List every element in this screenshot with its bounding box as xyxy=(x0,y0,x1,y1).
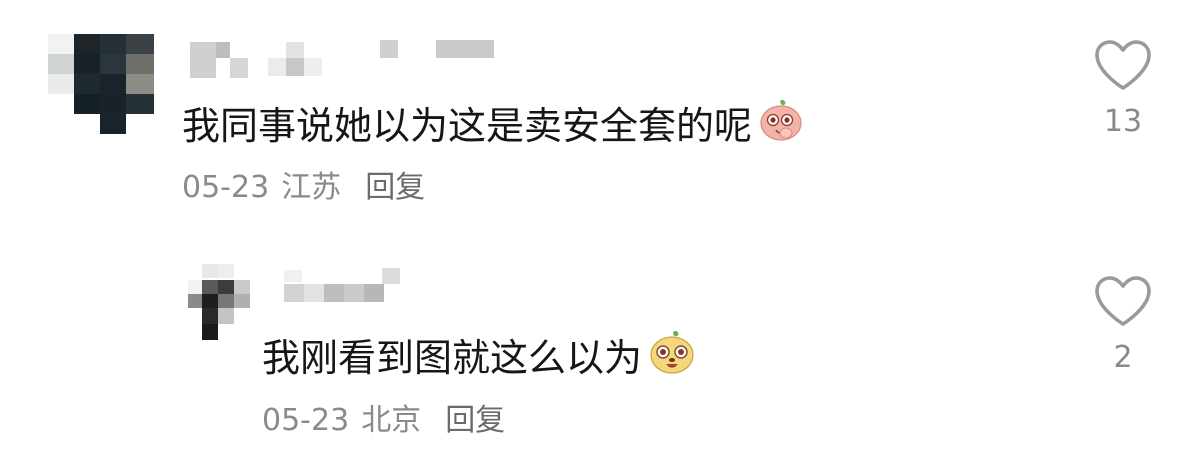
peach-face-emoji xyxy=(758,98,804,154)
reply-button[interactable]: 回复 xyxy=(365,168,425,208)
reply-button[interactable]: 回复 xyxy=(445,401,505,441)
comment-body: 我同事说她以为这是卖安全套的呢 xyxy=(182,104,753,148)
comment-location: 北京 xyxy=(361,403,422,438)
comment-thread: 我同事说她以为这是卖安全套的呢 05-23 江苏 回复 13 我刚看到图就这么以… xyxy=(0,0,1200,461)
avatar[interactable] xyxy=(48,34,154,134)
comment-body: 我刚看到图就这么以为 xyxy=(262,336,643,380)
yellow-face-emoji xyxy=(648,329,696,387)
like-count: 13 xyxy=(1103,104,1143,139)
heart-outline-icon[interactable] xyxy=(1093,38,1153,92)
comment-date: 05-23 xyxy=(182,170,270,205)
comment-meta: 05-23 江苏 回复 xyxy=(182,168,425,208)
heart-outline-icon[interactable] xyxy=(1093,274,1153,328)
comment-date: 05-23 xyxy=(262,403,350,438)
username-redacted[interactable] xyxy=(190,36,500,78)
avatar[interactable] xyxy=(188,262,250,340)
comment-text: 我刚看到图就这么以为 xyxy=(262,329,696,387)
comment-text: 我同事说她以为这是卖安全套的呢 xyxy=(182,98,804,154)
like-control[interactable]: 13 xyxy=(1088,38,1158,140)
comment-meta: 05-23 北京 回复 xyxy=(262,401,505,441)
like-count: 2 xyxy=(1113,340,1133,375)
username-redacted[interactable] xyxy=(284,266,404,304)
comment-location: 江苏 xyxy=(281,170,342,205)
like-control[interactable]: 2 xyxy=(1088,274,1158,376)
